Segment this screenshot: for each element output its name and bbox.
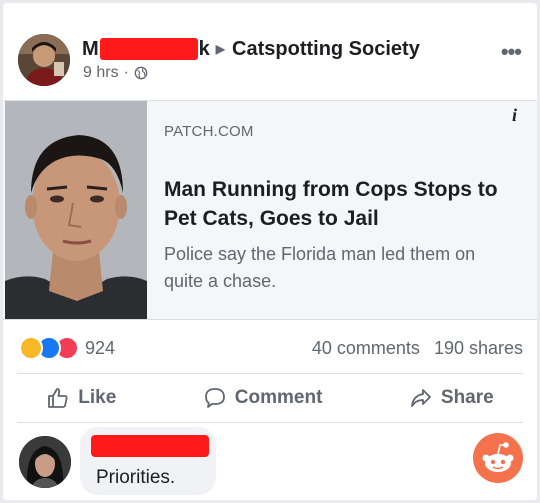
comment-text: Priorities. — [96, 467, 176, 488]
meta-separator: · — [123, 64, 129, 81]
reactions-summary[interactable]: 924 — [19, 336, 115, 360]
author-avatar[interactable] — [18, 34, 70, 86]
post-timestamp[interactable]: 9 hrs — [83, 64, 119, 82]
link-headline[interactable]: Man Running from Cops Stops to Pet Cats,… — [164, 175, 532, 233]
link-domain: PATCH.COM — [164, 123, 254, 140]
reddit-logo-icon — [473, 433, 523, 483]
engagement-stats: 40 comments 190 shares — [312, 338, 523, 359]
post-author-row: M k ▶ Catspotting Society — [82, 36, 420, 62]
haha-reaction-icon — [19, 336, 43, 360]
post-card: M k ▶ Catspotting Society 9 hrs · ••• i … — [3, 3, 537, 500]
action-bar: Like Comment Share — [3, 375, 537, 421]
reaction-count: 924 — [85, 337, 116, 358]
author-name-redaction — [99, 38, 198, 60]
more-options-icon[interactable]: ••• — [501, 39, 522, 65]
info-icon[interactable]: i — [512, 105, 517, 126]
author-name-start[interactable]: M — [82, 38, 99, 61]
like-label: Like — [78, 387, 117, 408]
comment-label: Comment — [234, 387, 323, 408]
divider — [17, 422, 523, 423]
commenter-avatar[interactable] — [19, 436, 71, 488]
right-triangle-icon: ▶ — [215, 42, 226, 56]
link-preview[interactable]: i PATCH.COM Man Running from Cops Stops … — [3, 100, 537, 320]
post-meta: 9 hrs · — [83, 64, 148, 82]
share-arrow-icon — [411, 389, 431, 407]
share-button[interactable]: Share — [395, 380, 508, 416]
speech-bubble-icon — [204, 388, 225, 408]
group-link[interactable]: Catspotting Society — [232, 38, 420, 61]
globe-icon — [134, 66, 148, 80]
mugshot-thumbnail[interactable] — [5, 101, 147, 319]
comment-bubble[interactable]: Priorities. — [80, 427, 216, 495]
author-name-end[interactable]: k — [199, 38, 210, 61]
share-label: Share — [440, 387, 494, 408]
divider — [17, 373, 523, 374]
comment-button[interactable]: Comment — [189, 380, 337, 416]
link-description: Police say the Florida man led them on q… — [164, 244, 476, 291]
shares-count-link[interactable]: 190 shares — [434, 338, 523, 359]
commenter-name-redaction — [91, 435, 209, 457]
thumbs-up-icon — [48, 388, 68, 408]
comments-count-link[interactable]: 40 comments — [312, 338, 420, 359]
like-button[interactable]: Like — [32, 380, 130, 416]
